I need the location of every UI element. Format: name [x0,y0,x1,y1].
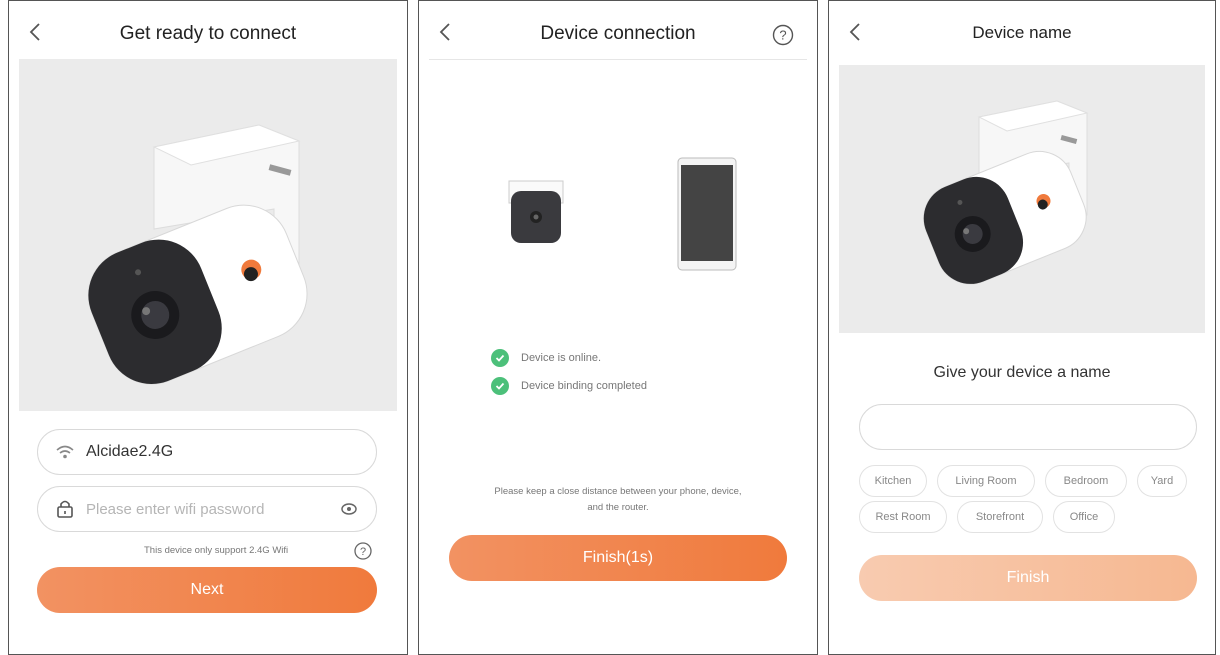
eye-icon[interactable] [338,498,360,520]
tag-bedroom[interactable]: Bedroom [1045,465,1127,497]
status-text: Device is online. [521,352,602,364]
wifi-password-field[interactable] [37,486,377,532]
camera-image [839,65,1205,333]
device-name-field[interactable] [859,404,1197,450]
finish-button[interactable]: Finish [859,555,1197,601]
lock-icon [57,500,73,518]
tag-office[interactable]: Office [1053,501,1115,533]
check-icon [491,349,509,367]
svg-text:?: ? [360,546,366,558]
screen-get-ready: Get ready to connect Alcidae2.4G This de… [8,0,408,655]
header: Get ready to connect [9,1,407,59]
tag-storefront[interactable]: Storefront [957,501,1043,533]
tag-rest-room[interactable]: Rest Room [859,501,947,533]
page-title: Device connection [540,23,696,44]
svg-text:?: ? [779,28,786,43]
finish-countdown-button[interactable]: Finish(1s) [449,535,787,581]
header-divider [429,59,807,60]
camera-device-icon [508,180,564,243]
camera-image [19,59,397,411]
phone-icon [677,157,737,271]
status-online: Device is online. [491,349,601,367]
tag-living-room[interactable]: Living Room [937,465,1035,497]
help-circle-icon[interactable]: ? [771,23,795,47]
distance-note-line-1: Please keep a close distance between you… [494,486,742,497]
header: Device connection ? [419,1,817,59]
support-note: This device only support 2.4G Wifi [144,545,289,556]
tag-yard[interactable]: Yard [1137,465,1187,497]
status-binding: Device binding completed [491,377,647,395]
page-title: Device name [972,23,1072,42]
page-title: Get ready to connect [119,23,297,44]
device-name-input[interactable] [876,418,1180,436]
status-text: Device binding completed [521,380,647,392]
wifi-icon [56,445,74,459]
header: Device name [829,1,1215,59]
password-input[interactable] [86,500,338,518]
screen-device-name: Device name Give your device a name Kitc… [828,0,1216,655]
next-button[interactable]: Next [37,567,377,613]
check-icon [491,377,509,395]
distance-note: Please keep a close distance between you… [429,484,807,516]
name-prompt: Give your device a name [933,364,1111,381]
tag-kitchen[interactable]: Kitchen [859,465,927,497]
distance-note-line-2: and the router. [587,502,649,513]
wifi-name-value: Alcidae2.4G [86,443,174,460]
wifi-name-field[interactable]: Alcidae2.4G [37,429,377,475]
screen-device-connection: Device connection ? Device is online. De… [418,0,818,655]
help-circle-icon[interactable]: ? [353,541,373,561]
